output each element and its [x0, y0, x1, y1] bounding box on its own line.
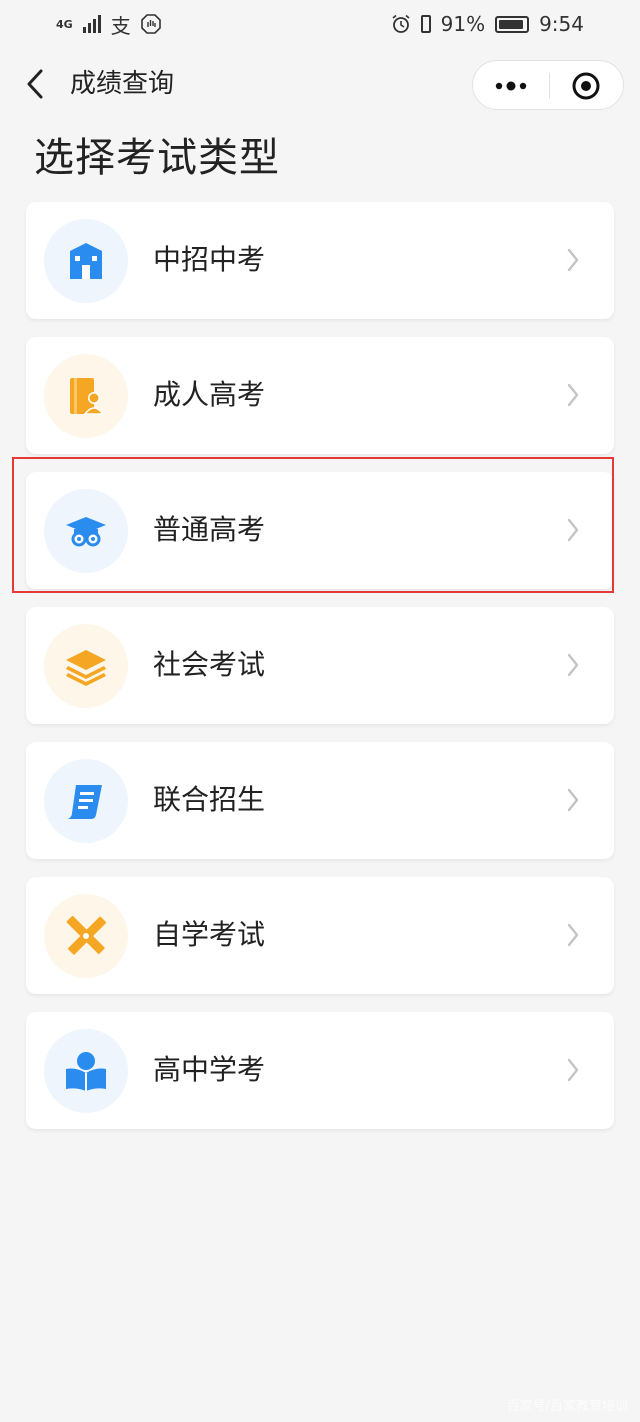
capsule-divider [549, 73, 550, 99]
exam-type-label: 普通高考 [153, 513, 266, 546]
battery-fill [499, 19, 524, 29]
chevron-right-icon [567, 383, 579, 407]
exam-type-item[interactable]: 自学考试 [26, 877, 614, 994]
close-target-icon[interactable] [571, 71, 601, 101]
chevron-right-icon [567, 518, 579, 542]
chevron-right-icon [567, 788, 579, 812]
more-icon[interactable] [489, 73, 533, 99]
nav-bar: 成绩查询 [0, 52, 640, 116]
alipay-notification-icon: 支 [110, 13, 131, 38]
exam-type-label: 中招中考 [153, 243, 266, 276]
vibrate-icon [420, 15, 431, 33]
back-arrow-icon[interactable] [22, 68, 50, 100]
mini-program-capsule [472, 60, 624, 110]
exam-type-item[interactable]: 高中学考 [26, 1012, 614, 1129]
nav-title: 成绩查询 [70, 69, 175, 99]
exam-type-item[interactable]: 社会考试 [26, 607, 614, 724]
layers-icon [44, 624, 128, 708]
exam-type-item[interactable]: 成人高考 [26, 337, 614, 454]
battery-percent: 91% [440, 12, 486, 36]
signal-icon [82, 15, 101, 33]
watermark: 百家号/百家教育培训 [506, 1399, 628, 1414]
exam-type-label: 联合招生 [153, 783, 266, 816]
chevron-right-icon [567, 248, 579, 272]
school-building-icon [44, 219, 128, 303]
graduation-cap-icon [44, 489, 128, 573]
status-right: 91% 9:54 [391, 12, 584, 36]
exam-type-label: 高中学考 [153, 1053, 266, 1086]
exam-type-label: 社会考试 [153, 648, 266, 681]
alarm-icon [392, 14, 410, 33]
document-icon [44, 759, 128, 843]
page-title: 选择考试类型 [34, 135, 280, 181]
chevron-right-icon [567, 1058, 579, 1082]
pencil-ruler-icon [44, 894, 128, 978]
book-person-icon [44, 354, 128, 438]
exam-type-label: 自学考试 [153, 918, 266, 951]
exam-type-label: 成人高考 [153, 378, 266, 411]
hand-notification-icon [140, 14, 161, 34]
exam-type-item[interactable]: 普通高考 [26, 472, 614, 589]
network-type: 4G [56, 17, 73, 31]
status-bar: 4G 支 91% 9:54 [0, 0, 640, 48]
reading-book-icon [44, 1029, 128, 1113]
chevron-right-icon [567, 653, 579, 677]
exam-type-item[interactable]: 联合招生 [26, 742, 614, 859]
battery-icon [495, 15, 530, 33]
chevron-right-icon [567, 923, 579, 947]
clock: 9:54 [539, 12, 584, 36]
status-left: 4G 支 [56, 10, 161, 39]
exam-type-item[interactable]: 中招中考 [26, 202, 614, 319]
